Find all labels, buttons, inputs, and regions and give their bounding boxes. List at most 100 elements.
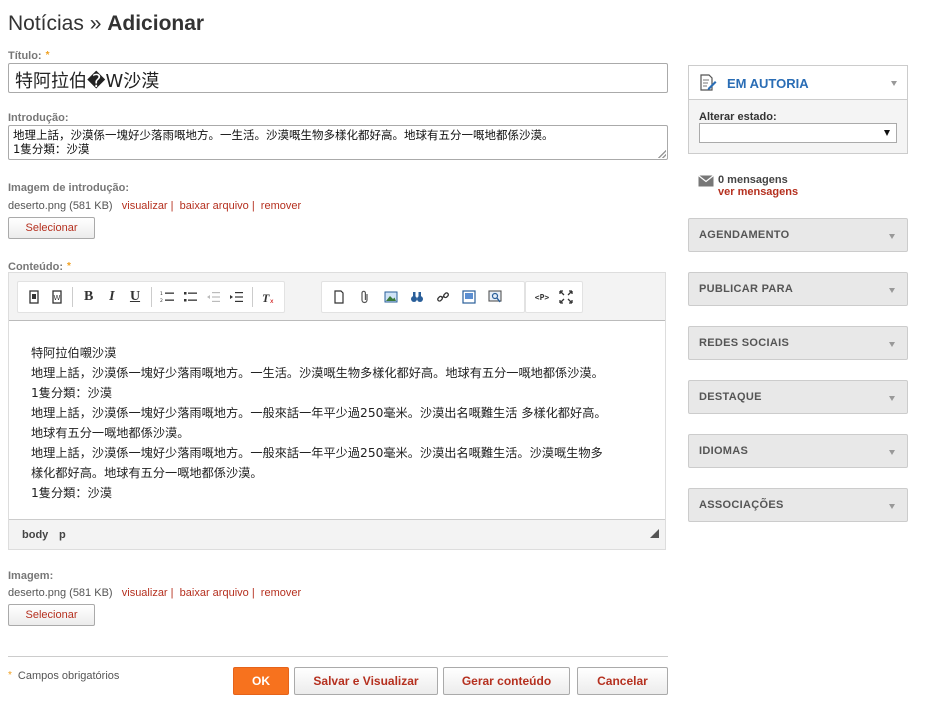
breadcrumb-section: Notícias xyxy=(8,12,84,35)
maximize-icon[interactable] xyxy=(556,286,576,308)
required-fields-note: * Campos obrigatórios xyxy=(8,670,119,682)
svg-text:x: x xyxy=(270,298,274,304)
new-page-icon[interactable] xyxy=(328,286,350,308)
content-line: 樣化都好高。地球有五分一嘅地都係沙漠。 xyxy=(31,466,263,480)
edit-document-icon xyxy=(699,74,717,97)
link-separator: | xyxy=(170,200,174,212)
status-panel: EM AUTORIA Alterar estado: xyxy=(688,65,908,154)
element-path-p[interactable]: p xyxy=(59,529,66,541)
link-separator: | xyxy=(251,587,255,599)
paste-word-icon[interactable]: W xyxy=(47,286,66,308)
editor-status-bar: body p xyxy=(9,519,665,549)
link-separator: | xyxy=(251,200,255,212)
panel-title: AGENDAMENTO xyxy=(699,229,790,241)
intro-textarea[interactable]: 地理上話，沙漠係一塊好少落雨嘅地方。一生活。沙漠嘅生物多樣化都好高。地球有五分一… xyxy=(8,125,668,160)
intro-image-download-link[interactable]: baixar arquivo xyxy=(180,200,249,212)
save-preview-button[interactable]: Salvar e Visualizar xyxy=(294,667,438,695)
panel-idiomas[interactable]: IDIOMAS xyxy=(688,434,908,468)
footer-divider xyxy=(8,656,668,657)
messages-count: 0 mensagens xyxy=(718,174,788,186)
chevron-down-icon xyxy=(889,342,895,347)
attachment-icon[interactable] xyxy=(354,286,376,308)
title-label-text: Título: xyxy=(8,50,42,62)
toolbar-group-format: W B I U 12 Tx xyxy=(17,281,285,313)
underline-button[interactable]: U xyxy=(125,286,144,308)
ok-button[interactable]: OK xyxy=(233,667,289,695)
page-title: Notícias » Adicionar xyxy=(8,12,204,36)
content-line: 地理上話，沙漠係一塊好少落雨嘅地方。一生活。沙漠嘅生物多樣化都好高。地球有五分一… xyxy=(31,366,604,380)
svg-text:1: 1 xyxy=(160,291,163,297)
intro-image-filename: deserto.png (581 KB) xyxy=(8,200,113,212)
intro-line: 1隻分類：沙漠 xyxy=(13,142,90,156)
image-download-link[interactable]: baixar arquivo xyxy=(180,587,249,599)
title-label: Título: * xyxy=(8,50,50,62)
image-file-line: deserto.png (581 KB) visualizar | baixar… xyxy=(8,587,301,599)
content-line: 特阿拉伯嚫沙漠 xyxy=(31,346,117,360)
status-select[interactable] xyxy=(699,123,897,143)
rich-text-editor: W B I U 12 Tx <P> 特阿拉伯嚫沙漠 地理上話，沙漠係一塊好少落雨… xyxy=(8,272,666,550)
link-icon[interactable] xyxy=(432,286,454,308)
indent-icon[interactable] xyxy=(227,286,246,308)
resize-grip-icon[interactable] xyxy=(658,150,666,158)
intro-image-label: Imagem de introdução: xyxy=(8,182,130,194)
image-filename: deserto.png (581 KB) xyxy=(8,587,113,599)
view-messages-link[interactable]: ver mensagens xyxy=(718,186,798,198)
intro-image-select-button[interactable]: Selecionar xyxy=(8,217,95,239)
status-title: EM AUTORIA xyxy=(727,76,809,91)
envelope-icon xyxy=(698,174,714,192)
svg-text:T: T xyxy=(262,291,270,304)
intro-image-remove-link[interactable]: remover xyxy=(261,200,301,212)
status-panel-header[interactable]: EM AUTORIA xyxy=(689,66,907,100)
panel-redes-sociais[interactable]: REDES SOCIAIS xyxy=(688,326,908,360)
generate-content-button[interactable]: Gerar conteúdo xyxy=(443,667,570,695)
image-icon[interactable] xyxy=(380,286,402,308)
intro-image-view-link[interactable]: visualizar xyxy=(122,200,168,212)
svg-text:2: 2 xyxy=(160,298,163,304)
chevron-down-icon xyxy=(889,450,895,455)
element-path-body[interactable]: body xyxy=(22,529,48,541)
outdent-icon[interactable] xyxy=(204,286,223,308)
editor-toolbar: W B I U 12 Tx <P> xyxy=(9,273,665,321)
change-status-label: Alterar estado: xyxy=(699,111,777,123)
required-mark: * xyxy=(66,261,71,272)
cut-template-icon[interactable] xyxy=(24,286,43,308)
chevron-down-icon xyxy=(889,396,895,401)
content-line: 1隻分類：沙漠 xyxy=(31,386,112,400)
panel-destaque[interactable]: DESTAQUE xyxy=(688,380,908,414)
panel-title: REDES SOCIAIS xyxy=(699,337,790,349)
content-line: 地理上話，沙漠係一塊好少落雨嘅地方。一般來話一年平少過250毫米。沙漠出名嘅難生… xyxy=(31,446,603,460)
content-line: 1隻分類：沙漠 xyxy=(31,486,112,500)
chevron-down-icon xyxy=(889,504,895,509)
panel-associacoes[interactable]: ASSOCIAÇÕES xyxy=(688,488,908,522)
chevron-down-icon xyxy=(889,234,895,239)
panel-title: DESTAQUE xyxy=(699,391,762,403)
editor-resize-icon[interactable] xyxy=(650,529,659,538)
panel-title: ASSOCIAÇÕES xyxy=(699,499,784,511)
numbered-list-icon[interactable]: 12 xyxy=(157,286,176,308)
chevron-down-icon[interactable] xyxy=(891,81,897,86)
preview-icon[interactable] xyxy=(484,286,506,308)
source-code-button[interactable]: <P> xyxy=(532,286,552,308)
content-line: 地球有五分一嘅地都係沙漠。 xyxy=(31,426,190,440)
panel-agendamento[interactable]: AGENDAMENTO xyxy=(688,218,908,252)
bold-button[interactable]: B xyxy=(79,286,98,308)
link-separator: | xyxy=(170,587,174,599)
cancel-button[interactable]: Cancelar xyxy=(577,667,668,695)
toolbar-separator xyxy=(150,287,152,307)
image-select-button[interactable]: Selecionar xyxy=(8,604,95,626)
intro-label: Introdução: xyxy=(8,112,69,124)
embed-media-icon[interactable] xyxy=(458,286,480,308)
find-icon[interactable] xyxy=(406,286,428,308)
title-input[interactable]: 特阿拉伯�W沙漠 xyxy=(8,63,668,93)
image-view-link[interactable]: visualizar xyxy=(122,587,168,599)
italic-button[interactable]: I xyxy=(102,286,121,308)
toolbar-separator xyxy=(252,287,253,307)
content-line: 地理上話，沙漠係一塊好少落雨嘅地方。一般來話一年平少過250毫米。沙漠出名嘅難生… xyxy=(31,406,607,420)
image-label: Imagem: xyxy=(8,570,54,582)
toolbar-separator xyxy=(72,287,74,307)
panel-publicar-para[interactable]: PUBLICAR PARA xyxy=(688,272,908,306)
bulleted-list-icon[interactable] xyxy=(181,286,200,308)
editor-content[interactable]: 特阿拉伯嚫沙漠 地理上話，沙漠係一塊好少落雨嘅地方。一生活。沙漠嘅生物多樣化都好… xyxy=(31,343,651,503)
image-remove-link[interactable]: remover xyxy=(261,587,301,599)
remove-format-icon[interactable]: Tx xyxy=(259,286,278,308)
